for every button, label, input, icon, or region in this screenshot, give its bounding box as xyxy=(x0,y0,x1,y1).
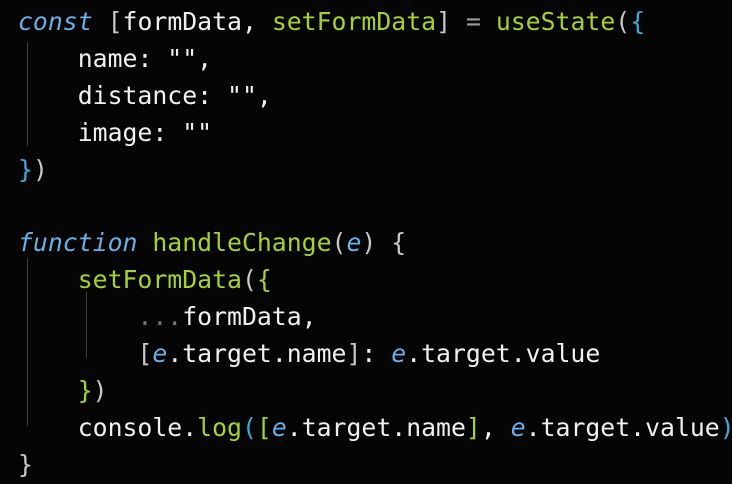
code-token: : xyxy=(152,117,183,147)
code-line: }) xyxy=(18,373,108,409)
code-token: .target.value xyxy=(406,339,601,369)
code-token: .target.value xyxy=(525,412,720,442)
code-token: const xyxy=(18,7,93,36)
code-token: distance xyxy=(77,80,198,110)
code-token: } xyxy=(77,376,93,405)
code-token: setFormData xyxy=(77,265,242,295)
code-token: e xyxy=(346,228,362,258)
code-token: .target.name xyxy=(286,412,466,442)
code-token: setFormData xyxy=(271,7,437,36)
code-token: ( xyxy=(331,228,347,258)
code-editor[interactable]: const [formData, setFormData] = useState… xyxy=(0,0,732,484)
code-token: e xyxy=(271,412,287,442)
code-token: { xyxy=(391,228,407,258)
code-token: } xyxy=(18,154,33,184)
code-token: ... xyxy=(137,302,183,332)
code-token: "" xyxy=(227,80,257,110)
code-token: ] xyxy=(346,339,362,369)
code-line: ...formData, xyxy=(18,299,317,335)
code-token: ) xyxy=(361,228,377,258)
code-token: : xyxy=(137,43,168,73)
code-line: function handleChange(e) { xyxy=(18,225,406,261)
code-token: , xyxy=(256,80,272,110)
code-line: } xyxy=(18,447,33,483)
code-token: } xyxy=(18,449,33,479)
code-token: e xyxy=(510,412,526,442)
code-token: = xyxy=(465,7,481,36)
code-line: [e.target.name]: e.target.value xyxy=(18,336,600,372)
code-token: image xyxy=(77,117,153,147)
code-token: "" xyxy=(167,43,198,73)
code-token: function xyxy=(18,228,138,258)
code-token: formData xyxy=(122,7,242,36)
code-token: [ xyxy=(137,339,153,369)
code-token: , xyxy=(301,302,317,332)
code-token: ] xyxy=(465,412,481,442)
code-token: ( xyxy=(615,7,631,36)
code-token: log xyxy=(197,412,242,442)
code-token: e xyxy=(152,339,168,369)
code-token: "" xyxy=(182,117,213,147)
code-line: distance: "", xyxy=(18,78,272,114)
code-line: image: "" xyxy=(18,115,212,151)
code-token: ) xyxy=(32,154,48,184)
code-token: formData xyxy=(182,302,302,332)
code-token: : xyxy=(197,80,228,110)
code-line: const [formData, setFormData] = useState… xyxy=(18,4,645,40)
code-token: [ xyxy=(256,412,272,442)
code-token: e xyxy=(391,339,407,369)
code-token: ] xyxy=(436,7,451,36)
code-token: useState xyxy=(495,7,616,36)
code-token: , xyxy=(197,43,213,73)
code-token: ) xyxy=(720,413,732,442)
code-token: handleChange xyxy=(152,228,332,258)
code-token: { xyxy=(630,7,646,36)
code-token: .target.name xyxy=(167,339,347,369)
code-token: , xyxy=(241,7,272,36)
code-token: console. xyxy=(77,412,198,442)
code-token: ( xyxy=(241,265,257,295)
code-token: ( xyxy=(241,412,257,442)
code-token: name xyxy=(77,43,138,73)
code-token: [ xyxy=(107,7,123,36)
code-line: }) xyxy=(18,152,48,188)
code-token: , xyxy=(480,412,511,442)
code-token: ) xyxy=(92,376,108,405)
code-line: console.log([e.target.name], e.target.va… xyxy=(18,410,732,446)
code-line: setFormData({ xyxy=(18,262,272,298)
code-token: { xyxy=(256,265,272,295)
code-line: name: "", xyxy=(18,41,212,77)
code-token: : xyxy=(361,339,392,369)
